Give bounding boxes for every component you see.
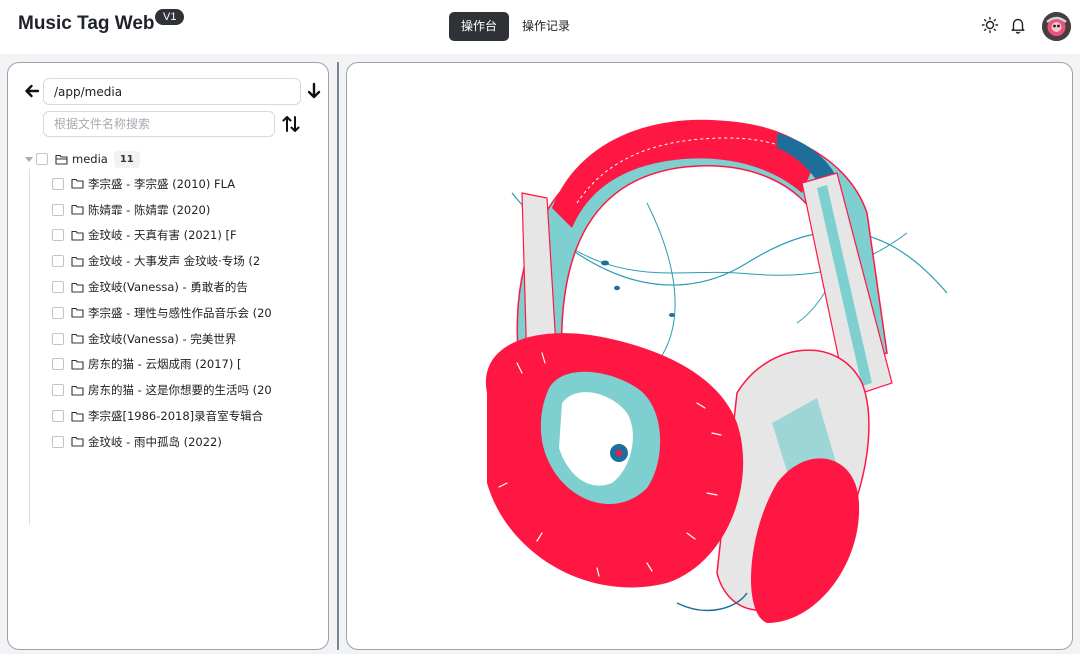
folder-icon	[71, 256, 84, 267]
tree-guide-line	[29, 169, 30, 525]
tree-root-node[interactable]: media 11	[22, 147, 322, 171]
folder-icon	[71, 437, 84, 447]
item-checkbox[interactable]	[52, 255, 64, 268]
tree-item-label: 李宗盛 - 李宗盛 (2010) FLA	[88, 176, 236, 191]
path-input[interactable]	[43, 78, 301, 105]
tree-item[interactable]: 陈婧霏 - 陈婧霏 (2020)	[22, 197, 322, 223]
item-checkbox[interactable]	[52, 306, 64, 319]
folder-icon	[71, 230, 84, 241]
tree-item[interactable]: 金玟岐(Vanessa) - 完美世界	[22, 326, 322, 352]
tree-item[interactable]: 金玟岐 - 雨中孤岛 (2022)	[22, 429, 322, 455]
avatar[interactable]	[1042, 12, 1071, 41]
tree-item-label: 金玟岐 - 大事发声 金玟岐·专场 (2	[88, 254, 261, 269]
file-explorer-panel: media 11 李宗盛 - 李宗盛 (2010) FLA 陈婧霏 - 陈婧霏 (…	[7, 62, 329, 650]
folder-icon	[71, 334, 84, 344]
tree-item[interactable]: 李宗盛 - 理性与感性作品音乐会 (20	[22, 300, 322, 326]
item-checkbox[interactable]	[52, 177, 64, 190]
tree-item[interactable]: 金玟岐(Vanessa) - 勇敢者的告	[22, 274, 322, 300]
folder-tree: media 11 李宗盛 - 李宗盛 (2010) FLA 陈婧霏 - 陈婧霏 (…	[22, 147, 322, 525]
item-checkbox[interactable]	[52, 435, 64, 448]
item-checkbox[interactable]	[52, 410, 64, 423]
arrow-down-icon[interactable]	[305, 81, 323, 101]
tree-item[interactable]: 房东的猫 - 这是你想要的生活吗 (20	[22, 377, 322, 403]
root-label: media	[72, 152, 108, 166]
avatar-image	[1042, 12, 1071, 41]
tree-item-label: 金玟岐(Vanessa) - 勇敢者的告	[88, 280, 248, 295]
tree-item[interactable]: 李宗盛 - 李宗盛 (2010) FLA	[22, 171, 322, 197]
tree-item-label: 李宗盛 - 理性与感性作品音乐会 (20	[88, 305, 272, 320]
content-panel	[346, 62, 1073, 650]
item-checkbox[interactable]	[52, 384, 64, 397]
caret-down-icon[interactable]	[24, 154, 34, 164]
tree-item[interactable]: 李宗盛[1986-2018]录音室专辑合	[22, 403, 322, 429]
app-header: Music Tag Web V1 操作台 操作记录	[0, 0, 1080, 54]
item-checkbox[interactable]	[52, 358, 64, 371]
item-checkbox[interactable]	[52, 203, 64, 216]
tree-item-label: 金玟岐(Vanessa) - 完美世界	[88, 331, 237, 346]
headphones-illustration	[485, 119, 948, 623]
tree-item-label: 陈婧霏 - 陈婧霏 (2020)	[88, 202, 211, 217]
bell-icon[interactable]	[1009, 16, 1027, 34]
tree-item[interactable]: 金玟岐 - 天真有害 (2021) [F	[22, 223, 322, 249]
version-badge: V1	[155, 9, 185, 25]
folder-icon	[71, 308, 84, 318]
tree-item-label: 金玟岐 - 雨中孤岛 (2022)	[88, 434, 222, 449]
sort-arrows-icon[interactable]	[281, 113, 301, 135]
panel-splitter[interactable]	[337, 62, 339, 650]
folder-icon	[71, 359, 84, 370]
folder-icon	[71, 411, 84, 422]
tree-item-label: 金玟岐 - 天真有害 (2021) [F	[88, 228, 237, 243]
tree-item-label: 房东的猫 - 云烟成雨 (2017) [	[88, 357, 242, 372]
folder-open-icon	[55, 154, 68, 165]
root-checkbox[interactable]	[36, 153, 48, 165]
folder-icon	[71, 179, 84, 189]
arrow-left-icon[interactable]	[22, 81, 42, 101]
folder-icon	[71, 282, 84, 293]
item-checkbox[interactable]	[52, 229, 64, 242]
tree-item[interactable]: 金玟岐 - 大事发声 金玟岐·专场 (2	[22, 248, 322, 274]
item-count-badge: 11	[113, 150, 140, 168]
item-checkbox[interactable]	[52, 281, 64, 294]
item-checkbox[interactable]	[52, 332, 64, 345]
tab-history[interactable]: 操作记录	[510, 12, 582, 41]
tree-item[interactable]: 房东的猫 - 云烟成雨 (2017) [	[22, 352, 322, 378]
app-brand: Music Tag Web	[18, 13, 155, 34]
tree-item-label: 李宗盛[1986-2018]录音室专辑合	[88, 409, 264, 424]
tab-console[interactable]: 操作台	[449, 12, 510, 41]
folder-icon	[71, 385, 84, 396]
folder-icon	[71, 205, 84, 215]
search-input[interactable]	[43, 111, 275, 137]
tree-item-label: 房东的猫 - 这是你想要的生活吗 (20	[88, 383, 272, 398]
sun-icon[interactable]	[981, 16, 999, 34]
